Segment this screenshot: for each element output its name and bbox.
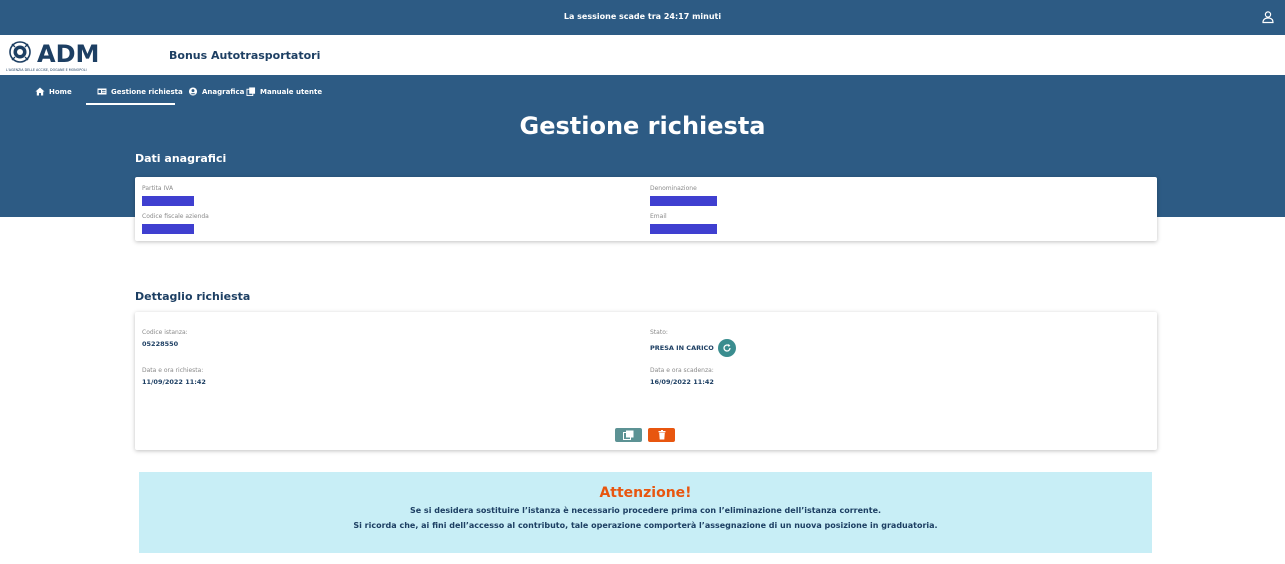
data-scadenza-value: 16/09/2022 11:42: [650, 378, 714, 386]
stato-value: PRESA IN CARICO: [650, 344, 714, 352]
nav-manuale-utente-label: Manuale utente: [260, 87, 323, 96]
copy-icon: [246, 87, 256, 96]
nav-manuale-utente[interactable]: Manuale utente: [246, 87, 322, 96]
svg-text:ADM: ADM: [37, 40, 99, 68]
data-richiesta-label: Data e ora richiesta:: [142, 367, 204, 374]
data-richiesta-value: 11/09/2022 11:42: [142, 378, 206, 386]
denominazione-redacted: [650, 196, 717, 206]
data-scadenza-field: Data e ora scadenza: 16/09/2022 11:42: [650, 367, 714, 386]
app-title: Bonus Autotrasportatori: [169, 49, 321, 62]
denominazione-label: Denominazione: [650, 185, 697, 192]
refresh-status-button[interactable]: [717, 339, 736, 357]
alert-message-line-2: Si ricorda che, ai fini dell’accesso al …: [353, 521, 938, 530]
page-title: Gestione richiesta: [519, 112, 766, 140]
user-circle-icon: [188, 87, 198, 96]
email-redacted: [650, 224, 717, 234]
dati-anagrafici-card: Partita IVA Denominazione Codice fiscale…: [135, 177, 1157, 241]
nav-anagrafica-label: Anagrafica: [202, 87, 245, 96]
svg-text:L'AGENZIA DELLE ACCISE, DOGANE: L'AGENZIA DELLE ACCISE, DOGANE E MONOPOL…: [6, 68, 87, 72]
refresh-icon: [723, 344, 731, 352]
partita-iva-field: Partita IVA: [142, 185, 194, 206]
dettaglio-richiesta-title: Dettaglio richiesta: [135, 290, 251, 303]
codice-istanza-value: 05228550: [142, 340, 179, 348]
codice-fiscale-field: Codice fiscale azienda: [142, 213, 209, 234]
session-timer: La sessione scade tra 24:17 minuti: [563, 12, 722, 21]
home-icon: [35, 87, 45, 96]
nav-home-label: Home: [49, 87, 72, 96]
warning-alert: Attenzione! Se si desidera sostituire l’…: [139, 472, 1152, 553]
copy-request-button[interactable]: [615, 428, 642, 442]
nav-active-indicator: [86, 103, 175, 105]
session-bar: La sessione scade tra 24:17 minuti: [0, 0, 1285, 35]
alert-message-line-1: Se si desidera sostituire l’istanza è ne…: [409, 506, 882, 515]
stato-field: Stato: PRESA IN CARICO: [650, 329, 736, 357]
denominazione-field: Denominazione: [650, 185, 717, 206]
nav-anagrafica[interactable]: Anagrafica: [188, 87, 244, 96]
nav-home[interactable]: Home: [35, 87, 72, 96]
dati-anagrafici-title: Dati anagrafici: [135, 152, 227, 165]
user-icon[interactable]: [1261, 10, 1275, 24]
partita-iva-label: Partita IVA: [142, 185, 174, 192]
copy-icon: [623, 430, 634, 440]
nav-gestione-richiesta[interactable]: Gestione richiesta: [97, 87, 183, 96]
alert-title: Attenzione!: [599, 485, 692, 501]
stato-row: PRESA IN CARICO: [650, 339, 736, 357]
codice-fiscale-redacted: [142, 224, 194, 234]
data-scadenza-label: Data e ora scadenza:: [650, 367, 714, 374]
codice-fiscale-label: Codice fiscale azienda: [142, 213, 209, 220]
codice-istanza-label: Codice istanza:: [142, 329, 188, 336]
codice-istanza-field: Codice istanza: 05228550: [142, 329, 188, 348]
main-nav: Home Gestione richiesta Anagrafica Manua…: [0, 75, 400, 105]
dettaglio-richiesta-card: Codice istanza: 05228550 Stato: PRESA IN…: [135, 312, 1157, 450]
email-label: Email: [650, 213, 667, 220]
stato-label: Stato:: [650, 329, 668, 336]
partita-iva-redacted: [142, 196, 194, 206]
nav-gestione-richiesta-label: Gestione richiesta: [111, 87, 183, 96]
data-richiesta-field: Data e ora richiesta: 11/09/2022 11:42: [142, 367, 206, 386]
id-card-icon: [97, 88, 107, 95]
delete-request-button[interactable]: [648, 428, 675, 442]
trash-icon: [658, 430, 665, 440]
email-field: Email: [650, 213, 717, 234]
adm-logo[interactable]: ADM L'AGENZIA DELLE ACCISE, DOGANE E MON…: [6, 39, 118, 73]
app-header: ADM L'AGENZIA DELLE ACCISE, DOGANE E MON…: [0, 35, 1285, 75]
